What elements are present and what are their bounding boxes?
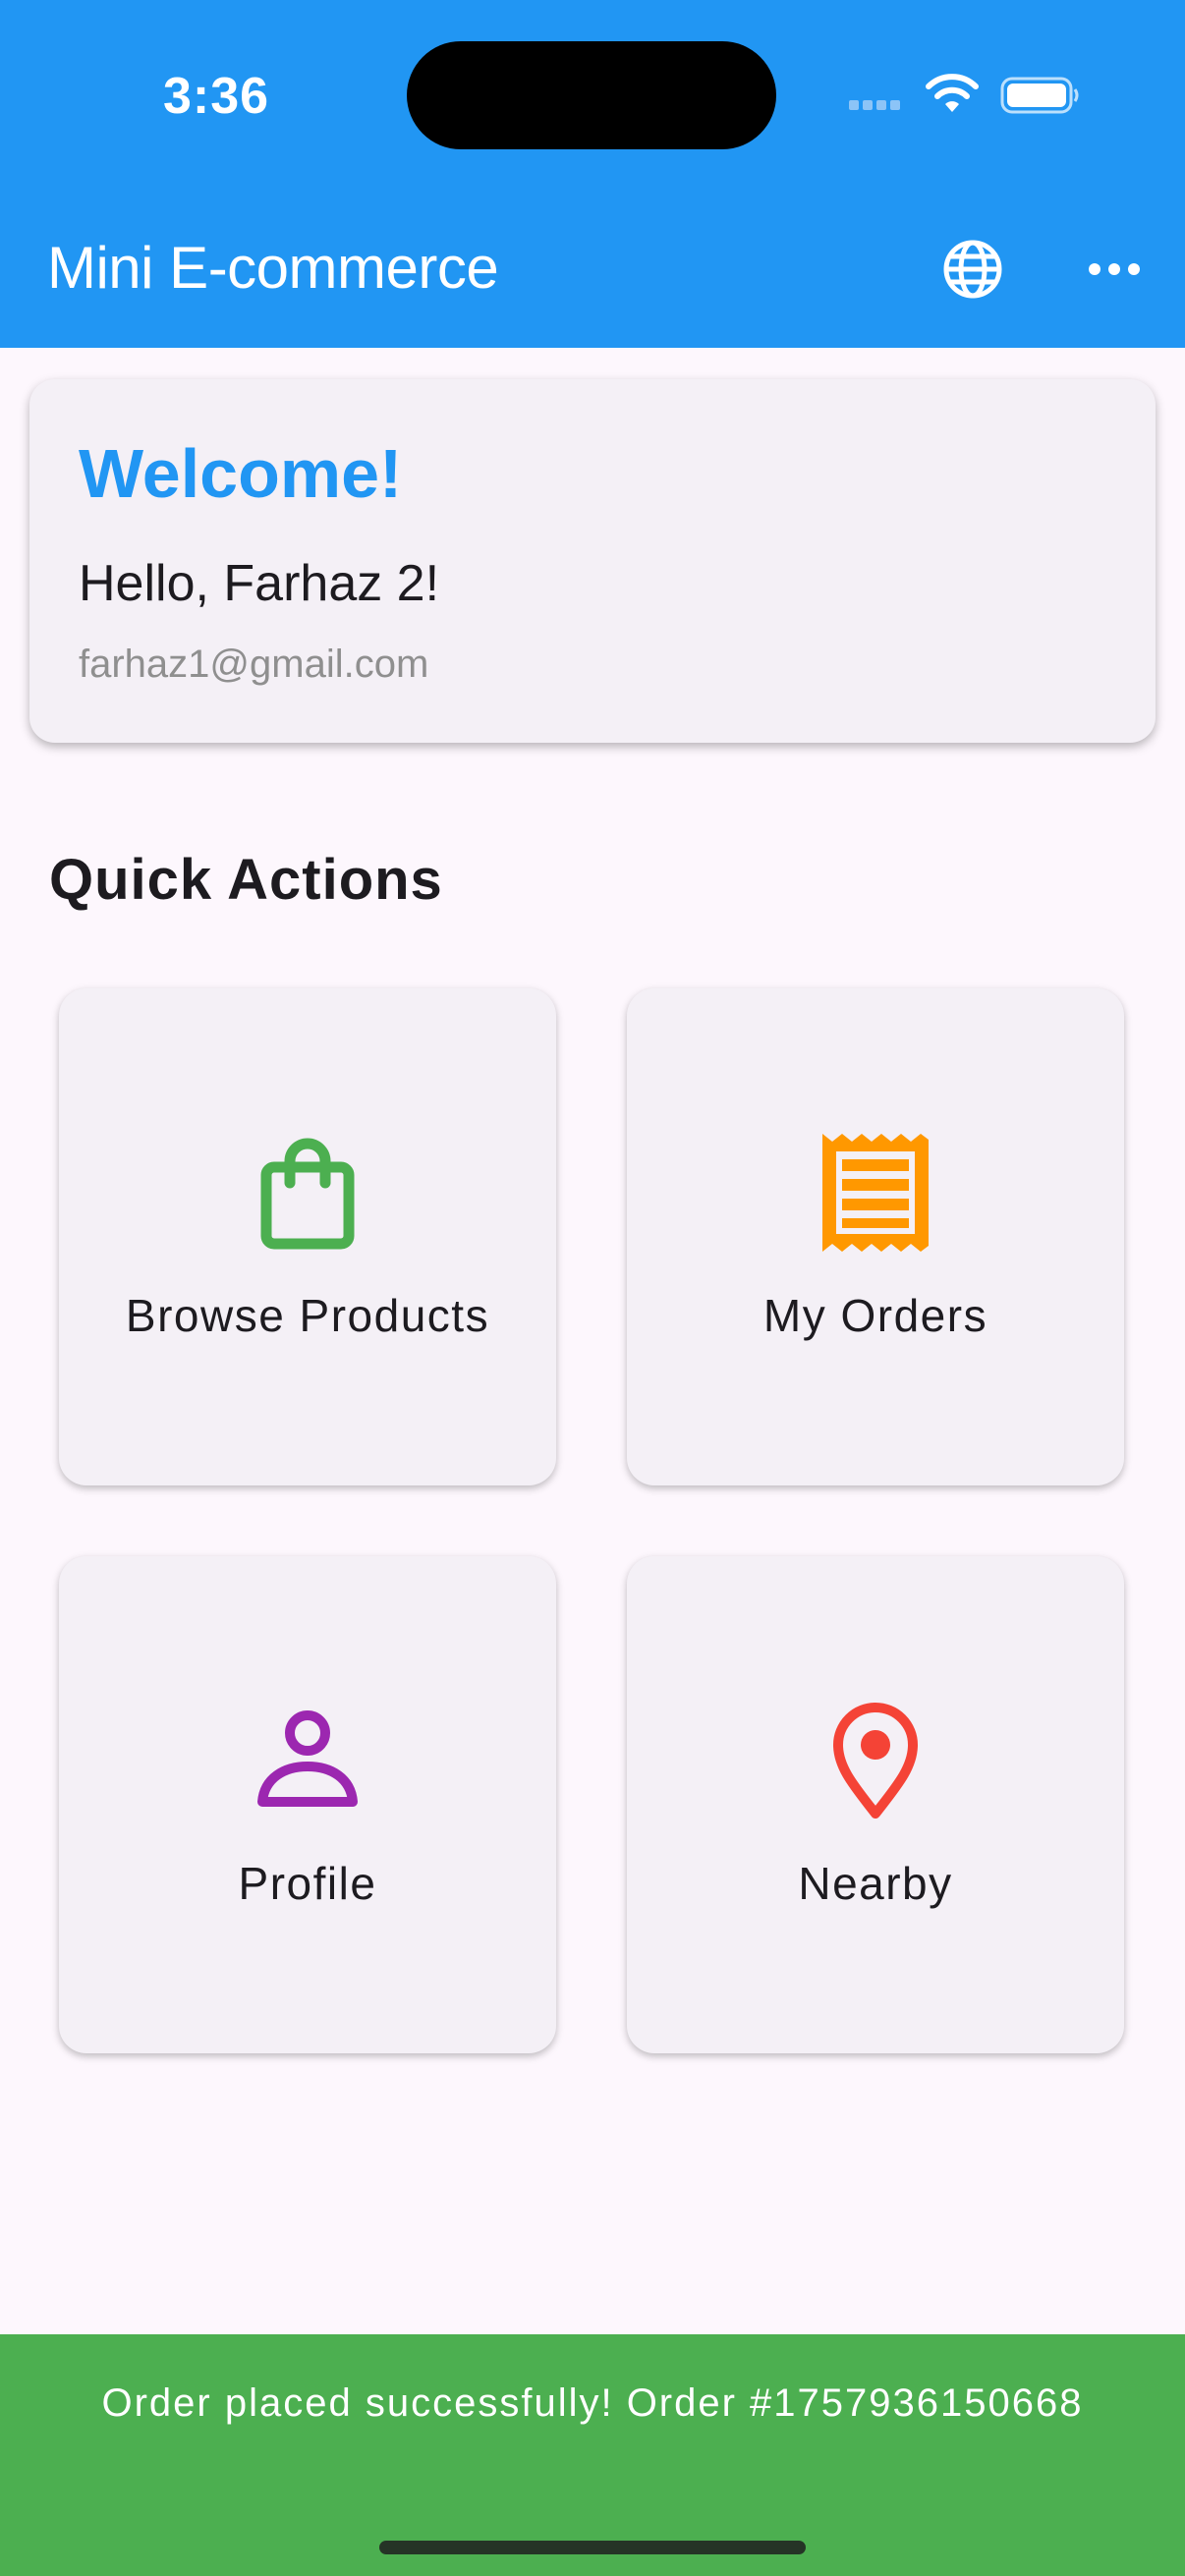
status-time: 3:36 — [163, 68, 270, 125]
location-pin-icon — [833, 1703, 918, 1819]
snackbar-message: Order placed successfully! Order #175793… — [101, 2381, 1084, 2425]
wifi-icon — [926, 74, 979, 112]
more-options-button[interactable] — [1073, 228, 1156, 310]
welcome-title: Welcome! — [79, 435, 403, 512]
globe-icon — [943, 240, 1002, 299]
profile-tile[interactable]: Profile — [59, 1556, 556, 2053]
home-indicator[interactable] — [379, 2541, 806, 2554]
app-bar: 3:36 Mini E-commerce — [0, 0, 1185, 348]
tile-label: Profile — [238, 1858, 377, 1909]
user-email: farhaz1@gmail.com — [79, 643, 429, 686]
language-button[interactable] — [931, 228, 1014, 310]
tile-label: Browse Products — [125, 1290, 490, 1341]
dynamic-island — [407, 41, 776, 149]
battery-icon — [1000, 77, 1079, 114]
quick-actions-title: Quick Actions — [49, 848, 443, 912]
tile-label: My Orders — [762, 1290, 988, 1341]
tile-label: Nearby — [798, 1858, 953, 1909]
welcome-card: Welcome! Hello, Farhaz 2! farhaz1@gmail.… — [29, 379, 1156, 743]
greeting-text: Hello, Farhaz 2! — [79, 555, 440, 612]
receipt-icon — [822, 1134, 929, 1252]
shopping-bag-icon — [260, 1138, 355, 1250]
person-icon — [257, 1710, 358, 1807]
my-orders-tile[interactable]: My Orders — [627, 988, 1124, 1485]
app-title: Mini E-commerce — [47, 235, 499, 301]
browse-products-tile[interactable]: Browse Products — [59, 988, 556, 1485]
nearby-tile[interactable]: Nearby — [627, 1556, 1124, 2053]
more-horizontal-icon — [1089, 263, 1140, 275]
